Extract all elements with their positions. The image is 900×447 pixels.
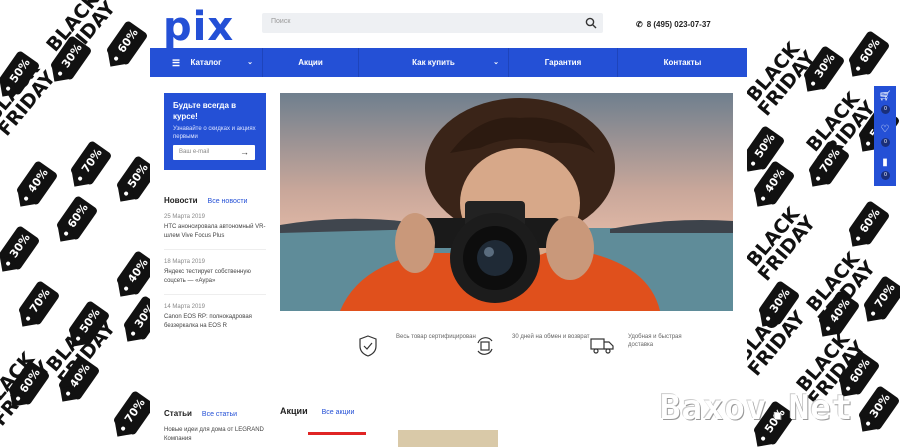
phone-icon: ✆ bbox=[636, 20, 643, 29]
discount-tag: -60% bbox=[105, 19, 149, 67]
subscribe-banner: Будьте всегда в курсе! Узнавайте о скидк… bbox=[164, 93, 266, 170]
site-container: pix Поиск ✆ 8 (495) 023-07-37 ☰ Каталог ⌄ А… bbox=[150, 0, 747, 447]
return-box-icon bbox=[477, 337, 493, 355]
nav-item-warranty[interactable]: Гарантия bbox=[509, 48, 618, 77]
photographer-image bbox=[280, 93, 733, 311]
news-item[interactable]: 14 Марта 2019 Canon EOS RP: полнокадровая… bbox=[164, 303, 266, 339]
nav-item-promos[interactable]: Акции bbox=[263, 48, 359, 77]
favorites-button[interactable]: ♡ 0 bbox=[874, 119, 896, 152]
search-icon[interactable] bbox=[585, 17, 597, 29]
cart-icon: 🛒︎ bbox=[878, 91, 892, 102]
discount-tag: -40% bbox=[15, 159, 59, 207]
feature-certified: Весь товар сертифицирован bbox=[358, 333, 478, 365]
discount-tag: -30% bbox=[0, 224, 41, 272]
news-item[interactable]: 18 Марта 2019 Яндекс тестирует собственну… bbox=[164, 258, 266, 295]
feature-return: 30 дней на обмен и возврат bbox=[474, 333, 594, 365]
articles-title: Статьи bbox=[164, 409, 192, 418]
all-articles-link[interactable]: Все статьи bbox=[202, 411, 237, 418]
discount-tag: -70% bbox=[17, 279, 61, 327]
phone-number[interactable]: ✆ 8 (495) 023-07-37 bbox=[636, 20, 711, 29]
compare-button[interactable]: ▮ 0 bbox=[874, 152, 896, 185]
news-block: Новости Все новости 25 Марта 2019 HTC анон… bbox=[164, 196, 266, 339]
chevron-down-icon: ⌄ bbox=[247, 59, 253, 66]
discount-tag: -30% bbox=[857, 384, 900, 432]
menu-icon: ☰ bbox=[172, 58, 181, 68]
logo[interactable]: pix bbox=[163, 4, 234, 50]
article-item[interactable]: Новые идеи для дома от LEGRAND Компания bbox=[164, 426, 266, 444]
shield-check-icon bbox=[359, 335, 377, 357]
side-panel: 🛒︎ 0 ♡ 0 ▮ 0 bbox=[874, 86, 896, 186]
search-placeholder: Поиск bbox=[271, 18, 291, 25]
nav-item-contacts[interactable]: Контакты bbox=[618, 48, 747, 77]
nav-item-how-to-buy[interactable]: Как купить ⌄ bbox=[359, 48, 509, 77]
promos-section-header: Акции Все акции bbox=[280, 406, 355, 416]
all-news-link[interactable]: Все новости bbox=[208, 198, 248, 205]
truck-icon bbox=[590, 338, 614, 354]
cart-button[interactable]: 🛒︎ 0 bbox=[874, 86, 896, 119]
discount-tag: -60% bbox=[55, 194, 99, 242]
news-title: Новости bbox=[164, 196, 198, 205]
nav-catalog[interactable]: ☰ Каталог ⌄ bbox=[150, 48, 263, 77]
all-promos-link[interactable]: Все акции bbox=[322, 409, 355, 416]
articles-block: Статьи Все статьи Новые идеи для дома от … bbox=[164, 409, 266, 444]
main-nav: ☰ Каталог ⌄ Акции Как купить ⌄ Гарантия Кон… bbox=[150, 48, 747, 77]
heart-icon: ♡ bbox=[880, 124, 890, 135]
feature-delivery: Удобная и быстрая доставка bbox=[590, 333, 710, 365]
black-friday-text: BLACKFRIDAY bbox=[742, 203, 821, 286]
submit-arrow-icon[interactable]: → bbox=[240, 147, 249, 157]
hero-banner-image[interactable] bbox=[280, 93, 733, 311]
subscribe-title: Будьте всегда в курсе! bbox=[173, 101, 237, 121]
news-item[interactable]: 25 Марта 2019 HTC анонсировала автономный… bbox=[164, 213, 266, 250]
features-row: Весь товар сертифицирован 30 дней на обм… bbox=[350, 333, 750, 365]
promo-card-thumbnail[interactable] bbox=[308, 432, 366, 447]
email-field[interactable]: Ваш e-mail → bbox=[173, 145, 255, 160]
chevron-down-icon: ⌄ bbox=[493, 59, 499, 66]
watermark: Baxov.Net bbox=[660, 388, 854, 428]
discount-tag: -60% bbox=[847, 29, 891, 77]
discount-tag: -60% bbox=[847, 199, 891, 247]
compare-icon: ▮ bbox=[882, 157, 888, 168]
subscribe-text: Узнавайте о скидках и акциях первыми bbox=[173, 126, 256, 140]
promo-card-thumbnail[interactable] bbox=[398, 430, 498, 447]
search-input[interactable]: Поиск bbox=[262, 13, 603, 33]
discount-tag: -70% bbox=[69, 139, 113, 187]
